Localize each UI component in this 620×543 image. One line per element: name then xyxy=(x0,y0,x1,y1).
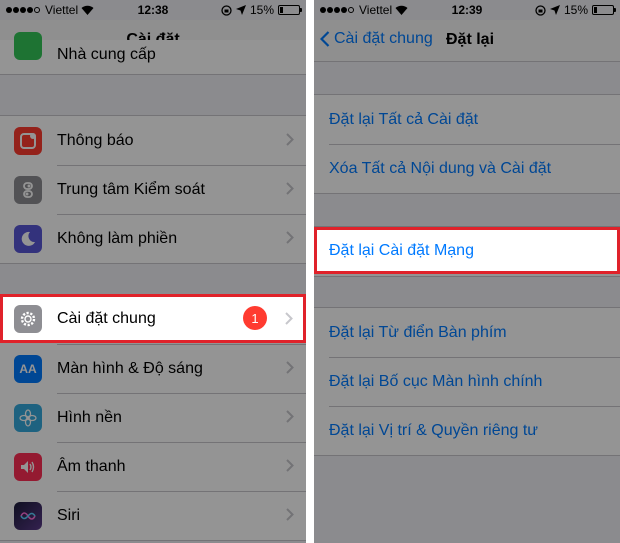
back-button[interactable]: Cài đặt chung xyxy=(320,30,433,48)
list-item-label: Âm thanh xyxy=(57,457,126,475)
status-bar: Viettel 12:38 15% xyxy=(0,0,306,20)
siri-icon xyxy=(14,501,42,530)
list-item-control-center[interactable]: Trung tâm Kiểm soát xyxy=(0,165,306,214)
list-item-reset-location-privacy[interactable]: Đặt lại Vị trí & Quyền riêng tư xyxy=(314,406,620,455)
list-item-erase-all[interactable]: Xóa Tất cả Nội dung và Cài đặt xyxy=(314,144,620,193)
back-label: Cài đặt chung xyxy=(334,30,433,47)
list-item-label: Trung tâm Kiểm soát xyxy=(57,180,205,198)
navigation-bar: Cài đặt chung Đặt lại xyxy=(314,20,620,62)
chevron-right-icon xyxy=(286,231,294,244)
settings-screen: Viettel 12:38 15% Cài đặt Nhà cung cấp T… xyxy=(0,0,306,543)
moon-icon xyxy=(14,224,42,253)
control-center-icon xyxy=(14,175,42,204)
chevron-right-icon xyxy=(286,459,294,472)
reset-group-1: Đặt lại Tất cả Cài đặt Xóa Tất cả Nội du… xyxy=(314,94,620,194)
battery-percent: 15% xyxy=(249,3,274,17)
list-item-reset-keyboard[interactable]: Đặt lại Từ điển Bàn phím xyxy=(314,308,620,357)
list-item-label: Xóa Tất cả Nội dung và Cài đặt xyxy=(329,159,552,177)
notification-badge: 1 xyxy=(243,306,267,330)
chevron-right-icon xyxy=(286,410,294,423)
reset-screen: Viettel 12:39 15% Cài đặt chung Đặt lại … xyxy=(314,0,620,543)
chevron-right-icon xyxy=(286,182,294,195)
list-item[interactable]: Nhà cung cấp xyxy=(0,32,306,74)
list-item-label: Không làm phiền xyxy=(57,229,178,247)
list-item-reset-all-settings[interactable]: Đặt lại Tất cả Cài đặt xyxy=(314,95,620,144)
battery-icon xyxy=(592,5,616,15)
battery-icon xyxy=(278,5,302,15)
list-item-sound[interactable]: Âm thanh xyxy=(0,442,306,491)
lock-rotation-icon xyxy=(221,4,232,16)
list-item-label: Thông báo xyxy=(57,131,134,149)
list-item-display[interactable]: AA Màn hình & Độ sáng xyxy=(0,344,306,393)
highlight-box: Đặt lại Cài đặt Mạng xyxy=(314,227,620,274)
settings-group-notifications: Thông báo Trung tâm Kiểm soát Không làm … xyxy=(0,115,306,264)
partial-group: Nhà cung cấp xyxy=(0,32,306,75)
status-right: 15% xyxy=(221,3,302,17)
chevron-right-icon xyxy=(286,508,294,521)
status-bar: Viettel 12:39 15% xyxy=(314,0,620,20)
location-icon xyxy=(235,5,246,15)
list-item-wallpaper[interactable]: Hình nền xyxy=(0,393,306,442)
chevron-right-icon xyxy=(286,133,294,146)
list-item-label: Cài đặt chung xyxy=(57,309,156,327)
chevron-right-icon xyxy=(286,361,294,374)
list-item-label: Nhà cung cấp xyxy=(57,46,156,63)
chevron-left-icon xyxy=(320,31,330,47)
page-title: Đặt lại xyxy=(446,31,495,48)
list-item-label: Đặt lại Tất cả Cài đặt xyxy=(329,110,479,128)
list-item-label: Đặt lại Từ điển Bàn phím xyxy=(329,323,507,341)
list-item-label: Đặt lại Vị trí & Quyền riêng tư xyxy=(329,421,539,439)
list-item-general[interactable]: Cài đặt chung 1 xyxy=(3,297,303,340)
status-right: 15% xyxy=(535,3,616,17)
battery-percent: 15% xyxy=(563,3,588,17)
sound-icon xyxy=(14,452,42,481)
chevron-right-icon xyxy=(285,312,293,325)
display-brightness-icon: AA xyxy=(14,354,42,383)
reset-group-3: Đặt lại Từ điển Bàn phím Đặt lại Bố cục … xyxy=(314,307,620,456)
list-item-label: Màn hình & Độ sáng xyxy=(57,359,203,377)
lock-rotation-icon xyxy=(535,4,546,16)
gear-icon xyxy=(14,304,42,333)
list-item-notifications[interactable]: Thông báo xyxy=(0,116,306,165)
list-item-label: Đặt lại Bố cục Màn hình chính xyxy=(329,372,543,390)
wallpaper-icon xyxy=(14,403,42,432)
list-item-label: Siri xyxy=(57,506,81,524)
notifications-icon xyxy=(14,126,42,155)
list-item-label: Đặt lại Cài đặt Mạng xyxy=(329,241,474,259)
highlight-box: Cài đặt chung 1 xyxy=(0,294,306,343)
list-item-siri[interactable]: Siri xyxy=(0,491,306,540)
location-icon xyxy=(549,5,560,15)
list-item-do-not-disturb[interactable]: Không làm phiền xyxy=(0,214,306,263)
list-item-label: Hình nền xyxy=(57,408,122,426)
list-item-reset-home-layout[interactable]: Đặt lại Bố cục Màn hình chính xyxy=(314,357,620,406)
list-item-reset-network[interactable]: Đặt lại Cài đặt Mạng xyxy=(317,230,617,271)
carrier-icon xyxy=(14,32,42,60)
